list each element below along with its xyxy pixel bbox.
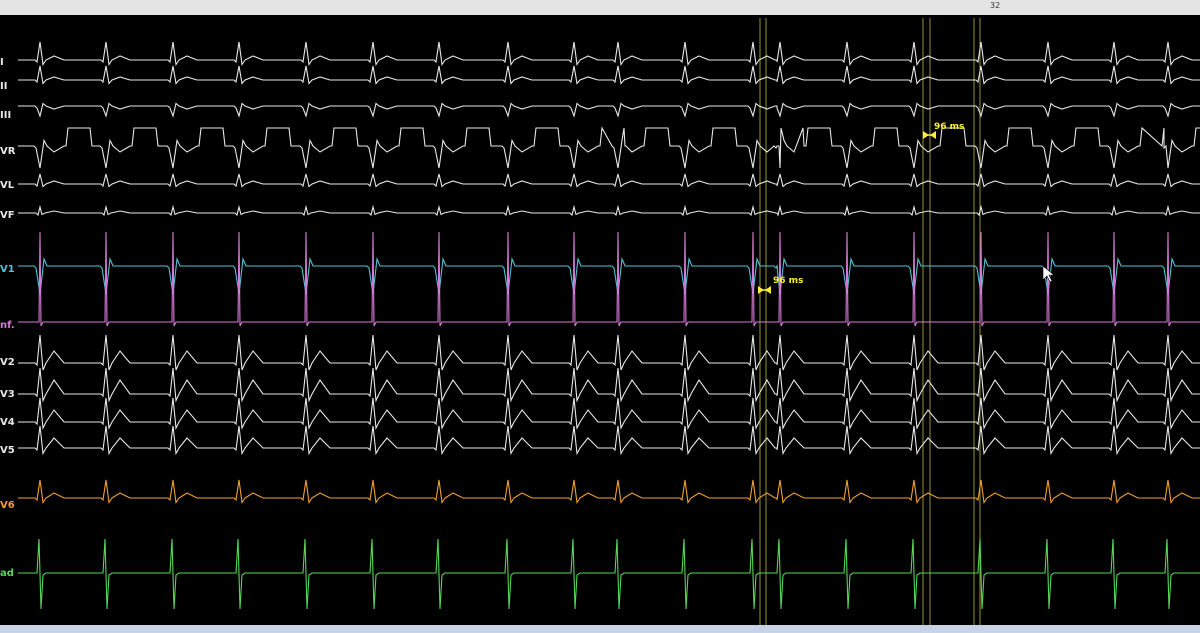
waveform-ii: [18, 65, 1200, 85]
lead-label-v2: V2: [0, 357, 15, 368]
waveform-v6: [18, 479, 1200, 505]
waveform-v4: [18, 397, 1200, 430]
sweep-speed-indicator: 32: [990, 1, 1001, 10]
waveform-v3: [18, 367, 1200, 403]
waveform-inf: [18, 231, 1200, 327]
waveform-i: [18, 41, 1200, 67]
lead-label-v3: V3: [0, 389, 15, 400]
trace-area[interactable]: 96 ms 96 ms: [18, 18, 1200, 625]
waveform-v1: [18, 256, 1200, 295]
lead-label-i: I: [0, 57, 4, 68]
waveform-avr: [18, 126, 1200, 169]
waveform-avl: [18, 173, 1200, 188]
bottom-status-bar: [0, 625, 1200, 633]
lead-label-inf: nf.: [0, 320, 15, 331]
top-toolbar: 32: [0, 0, 1200, 15]
caliper-upper[interactable]: 96 ms: [923, 122, 964, 139]
lead-label-avf: VF: [0, 210, 15, 221]
ecg-traces: 96 ms 96 ms: [18, 18, 1200, 625]
waveforms: [18, 41, 1200, 610]
lead-label-avr: VR: [0, 146, 16, 157]
ep-recording-monitor: 32 I II III VR VL VF V1 nf. V2 V3 V4 V5 …: [0, 0, 1200, 633]
lead-label-v4: V4: [0, 417, 15, 428]
waveform-iii: [18, 102, 1200, 118]
lead-label-avl: VL: [0, 180, 15, 191]
waveform-v5: [18, 425, 1200, 456]
caliper-lower-value: 96 ms: [773, 276, 803, 286]
caliper-upper-value: 96 ms: [934, 122, 964, 132]
lead-label-iii: III: [0, 110, 12, 121]
lead-label-ii: II: [0, 81, 8, 92]
lead-label-rad: ad: [0, 568, 14, 579]
lead-label-v6: V6: [0, 500, 15, 511]
waveform-avf: [18, 204, 1200, 217]
lead-label-v1: V1: [0, 264, 15, 275]
lead-label-v5: V5: [0, 445, 15, 456]
waveform-rad: [18, 538, 1200, 610]
waveform-v2: [18, 334, 1200, 371]
